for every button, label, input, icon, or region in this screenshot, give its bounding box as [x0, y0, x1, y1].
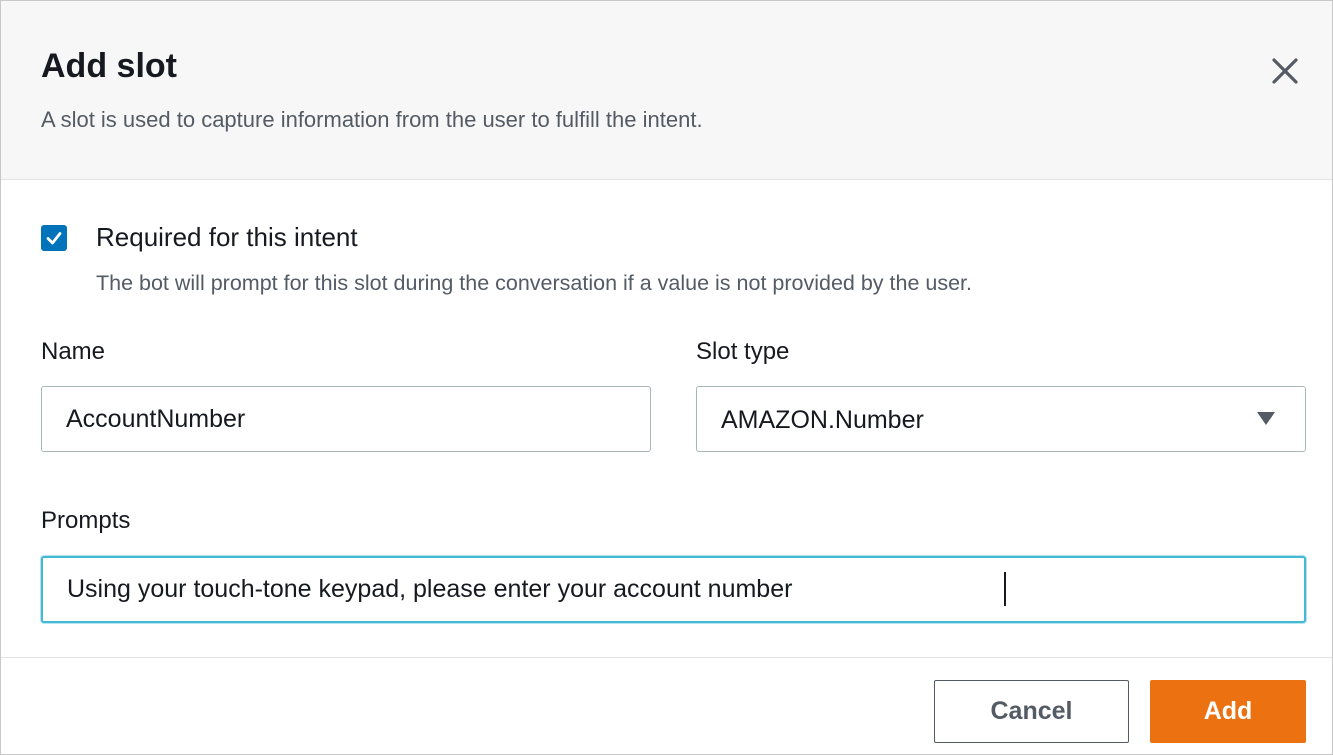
- name-field-label: Name: [41, 338, 106, 365]
- required-checkbox-description: The bot will prompt for this slot during…: [96, 271, 972, 295]
- required-checkbox-label[interactable]: Required for this intent: [96, 222, 358, 253]
- add-button[interactable]: Add: [1150, 680, 1306, 743]
- text-cursor: [1004, 572, 1006, 606]
- slot-type-selected-value: AMAZON.Number: [721, 406, 924, 434]
- modal-subtitle: A slot is used to capture information fr…: [41, 107, 703, 132]
- checkmark-icon: [46, 232, 62, 245]
- close-icon: [1272, 58, 1298, 84]
- required-checkbox[interactable]: [41, 225, 67, 251]
- footer-divider: [1, 657, 1332, 658]
- prompts-label: Prompts: [41, 507, 131, 534]
- add-slot-modal: Add slot A slot is used to capture infor…: [0, 0, 1333, 755]
- caret-down-icon: [1257, 412, 1275, 425]
- slot-type-select[interactable]: AMAZON.Number: [696, 386, 1306, 452]
- slot-type-label: Slot type: [696, 338, 790, 365]
- cancel-button[interactable]: Cancel: [934, 680, 1129, 743]
- close-button[interactable]: [1263, 49, 1307, 93]
- modal-header: Add slot A slot is used to capture infor…: [1, 1, 1332, 180]
- name-input[interactable]: [41, 386, 651, 452]
- prompts-input[interactable]: [41, 556, 1306, 623]
- modal-title: Add slot: [41, 47, 177, 85]
